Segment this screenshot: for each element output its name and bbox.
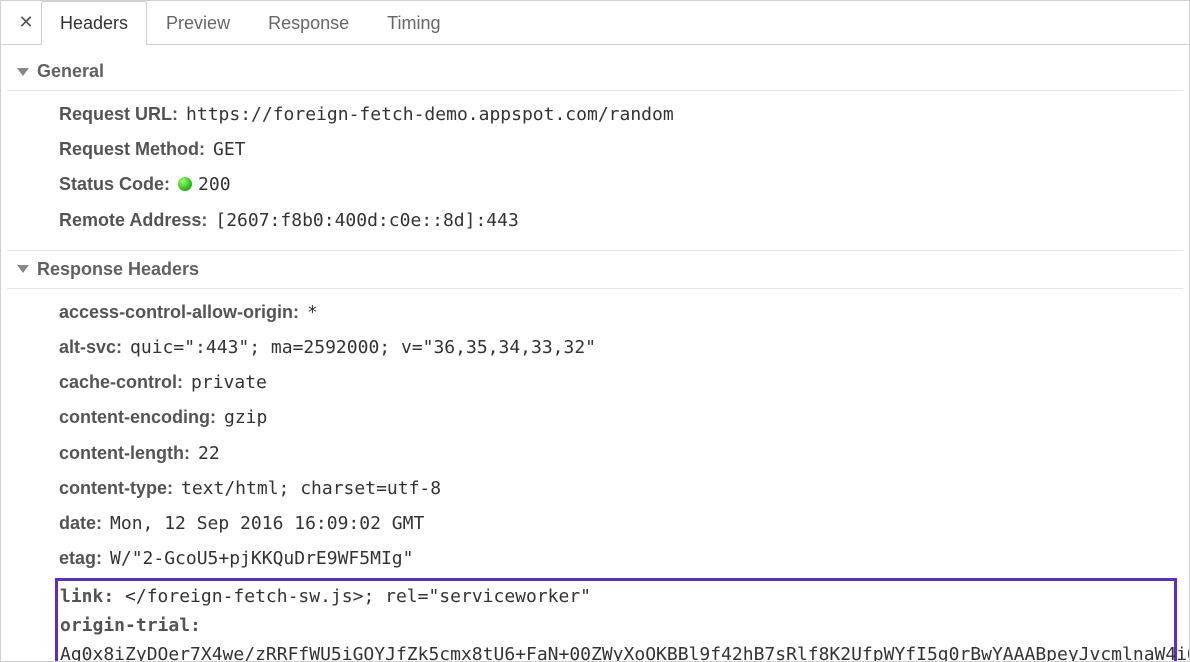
value: Ag0x8iZyDOer7X4we/zRRFfWU5iGOYJfZk5cmx8t… xyxy=(60,644,1189,661)
section-header-response[interactable]: Response Headers xyxy=(7,250,1183,289)
value: 200 xyxy=(178,168,231,202)
chevron-down-icon xyxy=(17,265,29,273)
label: content-type: xyxy=(59,471,173,505)
origin-trial-line: origin-trial: Ag0x8iZyDOer7X4we/zRRFfWU5… xyxy=(60,612,1189,661)
row-status-code: Status Code: 200 xyxy=(59,167,1177,202)
label: Status Code: xyxy=(59,167,170,201)
label: content-encoding: xyxy=(59,400,216,434)
row-content-length: content-length: 22 xyxy=(59,436,1177,471)
value: </foreign-fetch-sw.js>; rel="servicework… xyxy=(125,586,591,607)
tab-headers[interactable]: Headers xyxy=(41,1,147,45)
section-title: Response Headers xyxy=(37,259,199,280)
label: cache-control: xyxy=(59,365,183,399)
value: text/html; charset=utf-8 xyxy=(181,472,441,506)
close-icon[interactable]: ✕ xyxy=(11,1,41,44)
link-line: link: </foreign-fetch-sw.js>; rel="servi… xyxy=(60,583,591,612)
tab-preview[interactable]: Preview xyxy=(147,1,249,45)
label: Remote Address: xyxy=(59,203,207,237)
status-dot-icon xyxy=(178,177,192,191)
row-request-method: Request Method: GET xyxy=(59,132,1177,167)
tab-response[interactable]: Response xyxy=(249,1,368,45)
value: https://foreign-fetch-demo.appspot.com/r… xyxy=(186,98,674,132)
section-header-general[interactable]: General xyxy=(7,53,1183,91)
value: 22 xyxy=(198,437,220,471)
row-acao: access-control-allow-origin: * xyxy=(59,295,1177,330)
label: link: xyxy=(60,586,114,607)
response-headers-list: access-control-allow-origin: * alt-svc: … xyxy=(7,289,1183,661)
row-request-url: Request URL: https://foreign-fetch-demo.… xyxy=(59,97,1177,132)
highlighted-headers: link: </foreign-fetch-sw.js>; rel="servi… xyxy=(55,578,1177,661)
value: [2607:f8b0:400d:c0e::8d]:443 xyxy=(215,204,518,238)
row-remote-address: Remote Address: [2607:f8b0:400d:c0e::8d]… xyxy=(59,203,1177,238)
row-content-encoding: content-encoding: gzip xyxy=(59,400,1177,435)
row-cache-control: cache-control: private xyxy=(59,365,1177,400)
tab-bar: ✕ Headers Preview Response Timing xyxy=(1,1,1189,45)
label: Request URL: xyxy=(59,97,178,131)
row-date: date: Mon, 12 Sep 2016 16:09:02 GMT xyxy=(59,506,1177,541)
label: date: xyxy=(59,506,102,540)
value: gzip xyxy=(224,401,267,435)
label: alt-svc: xyxy=(59,330,122,364)
section-response-headers: Response Headers access-control-allow-or… xyxy=(7,250,1183,661)
label: origin-trial: xyxy=(60,615,201,636)
value: quic=":443"; ma=2592000; v="36,35,34,33,… xyxy=(130,331,596,365)
row-link: link: </foreign-fetch-sw.js>; rel="servi… xyxy=(60,583,1172,612)
content-area: General Request URL: https://foreign-fet… xyxy=(1,45,1189,661)
value: W/"2-GcoU5+pjKKQuDrE9WF5MIg" xyxy=(110,542,413,576)
value: private xyxy=(191,366,267,400)
row-etag: etag: W/"2-GcoU5+pjKKQuDrE9WF5MIg" xyxy=(59,541,1177,576)
value: * xyxy=(307,296,318,330)
label: content-length: xyxy=(59,436,190,470)
label: Request Method: xyxy=(59,132,205,166)
tab-timing[interactable]: Timing xyxy=(368,1,459,45)
status-code-text: 200 xyxy=(198,174,231,195)
row-content-type: content-type: text/html; charset=utf-8 xyxy=(59,471,1177,506)
section-title: General xyxy=(37,61,104,82)
row-origin-trial: origin-trial: Ag0x8iZyDOer7X4we/zRRFfWU5… xyxy=(60,612,1172,661)
label: access-control-allow-origin: xyxy=(59,295,299,329)
section-general: General Request URL: https://foreign-fet… xyxy=(7,53,1183,244)
row-altsvc: alt-svc: quic=":443"; ma=2592000; v="36,… xyxy=(59,330,1177,365)
label: etag: xyxy=(59,541,102,575)
general-list: Request URL: https://foreign-fetch-demo.… xyxy=(7,91,1183,244)
value: GET xyxy=(213,133,246,167)
value: Mon, 12 Sep 2016 16:09:02 GMT xyxy=(110,507,424,541)
chevron-down-icon xyxy=(17,68,29,76)
